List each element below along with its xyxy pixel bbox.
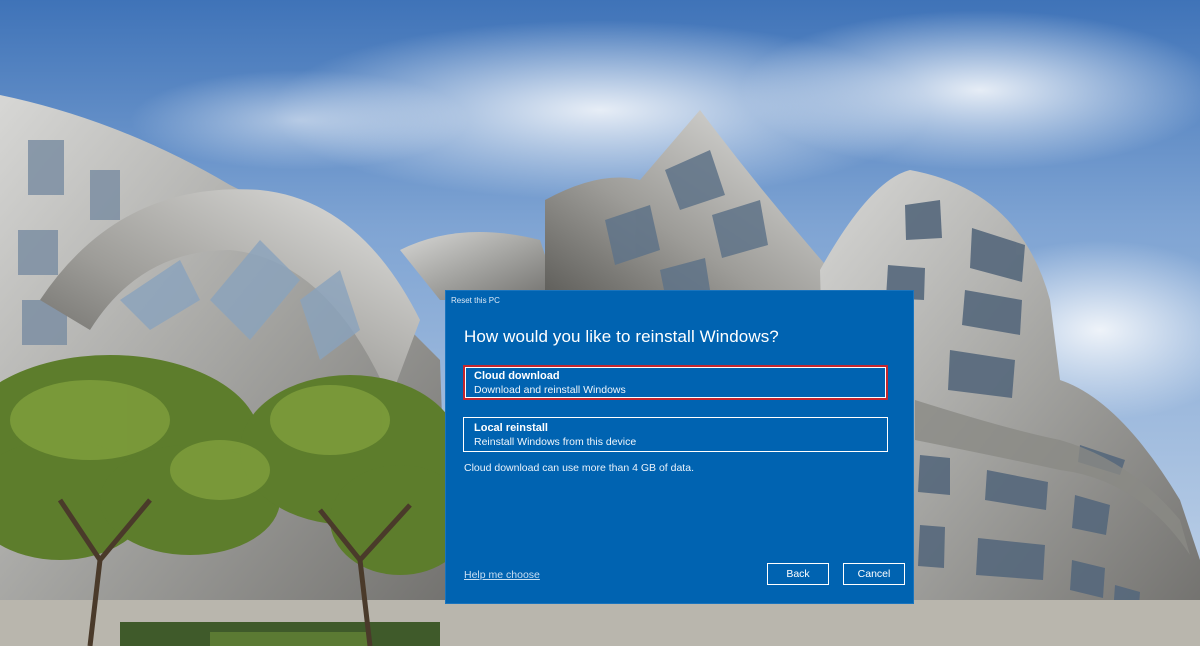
reset-pc-dialog: Reset this PC How would you like to rein… (446, 291, 913, 603)
data-usage-note: Cloud download can use more than 4 GB of… (464, 462, 694, 474)
dialog-caption: Reset this PC (451, 296, 500, 305)
help-me-choose-link[interactable]: Help me choose (464, 569, 540, 581)
back-button[interactable]: Back (767, 563, 829, 585)
option-description: Download and reinstall Windows (474, 384, 626, 396)
option-local-reinstall[interactable]: Local reinstall Reinstall Windows from t… (463, 417, 888, 452)
dialog-heading: How would you like to reinstall Windows? (464, 327, 779, 346)
option-description: Reinstall Windows from this device (474, 436, 637, 448)
option-title: Cloud download (474, 370, 560, 382)
cancel-button[interactable]: Cancel (843, 563, 905, 585)
option-cloud-download[interactable]: Cloud download Download and reinstall Wi… (463, 365, 888, 400)
option-title: Local reinstall (474, 422, 548, 434)
